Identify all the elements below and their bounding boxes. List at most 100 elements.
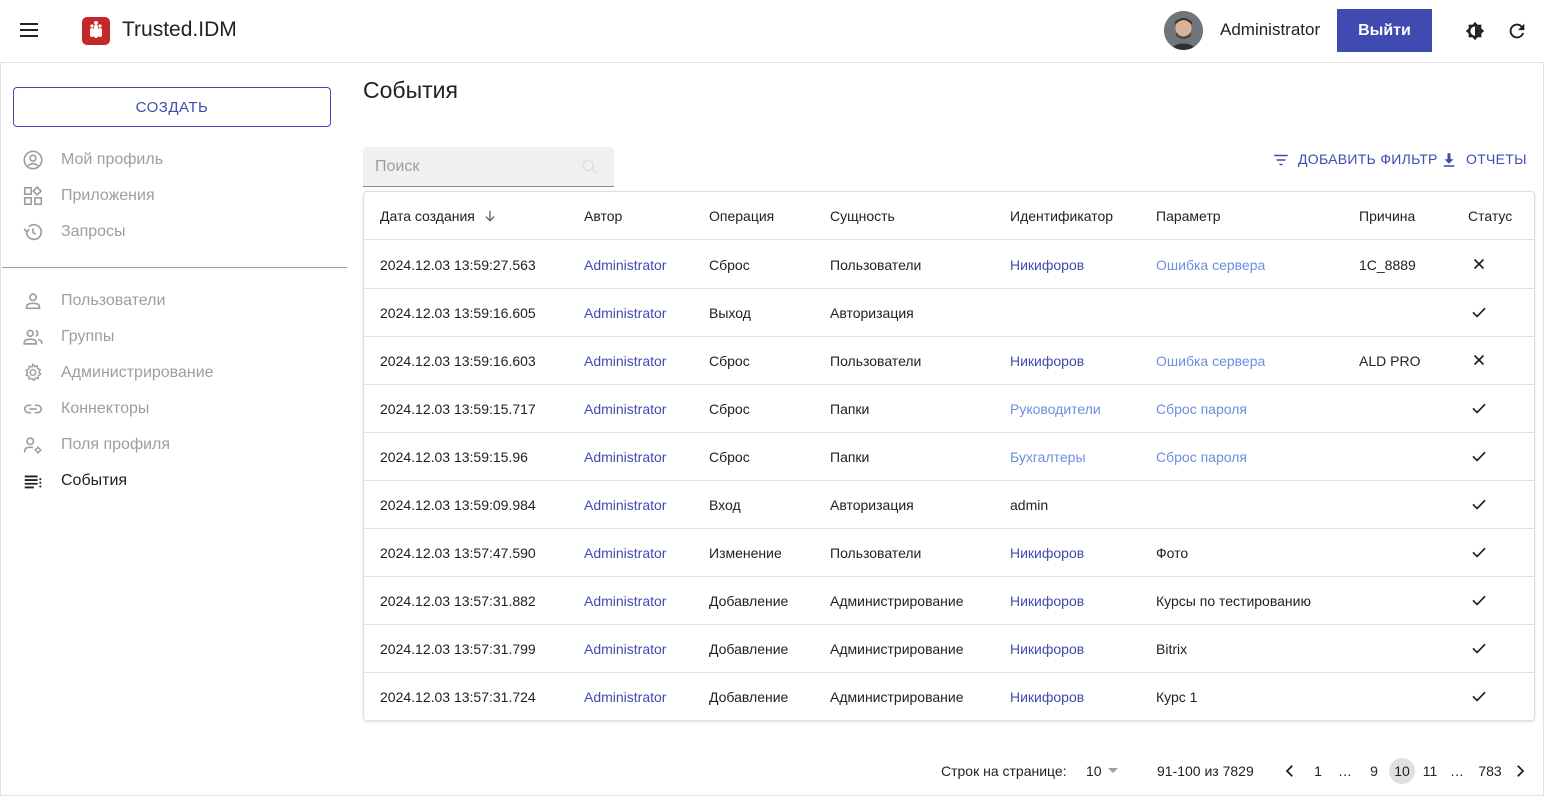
column-header-status[interactable]: Статус xyxy=(1468,208,1512,224)
table-row[interactable]: 2024.12.03 13:57:31.724 Administrator Доба… xyxy=(364,673,1534,721)
refresh-icon[interactable] xyxy=(1506,20,1528,42)
cell-identifier[interactable]: Никифоров xyxy=(1010,353,1084,369)
column-header-entity[interactable]: Сущность xyxy=(830,208,895,224)
link-icon xyxy=(23,404,43,414)
cell-identifier[interactable]: Никифоров xyxy=(1010,689,1084,705)
cell-entity: Папки xyxy=(830,401,870,417)
page-current[interactable]: 10 xyxy=(1389,758,1415,784)
cell-entity: Администрирование xyxy=(830,641,964,657)
check-icon xyxy=(1472,307,1486,318)
app-header: Trusted.IDM Administrator Выйти xyxy=(0,0,1544,63)
username[interactable]: Administrator xyxy=(1220,20,1320,40)
table-row[interactable]: 2024.12.03 13:59:15.717 Administrator Сбро… xyxy=(364,385,1534,433)
page-number[interactable]: 783 xyxy=(1475,758,1505,784)
sidebar-item-label: Мой профиль xyxy=(61,151,164,168)
search-field[interactable] xyxy=(363,147,614,187)
cell-reason: 1C_8889 xyxy=(1359,257,1416,273)
cell-parameter[interactable]: Сброс пароля xyxy=(1156,449,1247,465)
cell-entity: Авторизация xyxy=(830,305,914,321)
chevron-right-icon[interactable] xyxy=(1511,762,1529,780)
table-row[interactable]: 2024.12.03 13:59:27.563 Administrator Сбро… xyxy=(364,241,1534,289)
group-icon xyxy=(23,329,43,345)
column-header-identifier[interactable]: Идентификатор xyxy=(1010,208,1113,224)
cell-parameter[interactable]: Ошибка сервера xyxy=(1156,257,1265,273)
cell-author[interactable]: Administrator xyxy=(584,353,666,369)
cell-parameter[interactable]: Сброс пароля xyxy=(1156,401,1247,417)
sidebar-item-label: Группы xyxy=(61,328,115,345)
cell-identifier[interactable]: Бухгалтеры xyxy=(1010,449,1086,465)
table-row[interactable]: 2024.12.03 13:59:16.603 Administrator Сбро… xyxy=(364,337,1534,385)
cell-date: 2024.12.03 13:59:16.603 xyxy=(380,353,536,369)
sidebar-item-apps[interactable]: Приложения xyxy=(0,181,346,211)
cell-author[interactable]: Administrator xyxy=(584,689,666,705)
page-range: 91-100 из 7829 xyxy=(1157,763,1254,779)
sidebar-item-my-profile[interactable]: Мой профиль xyxy=(0,145,346,175)
table-row[interactable]: 2024.12.03 13:59:09.984 Administrator Вход… xyxy=(364,481,1534,529)
cell-identifier: admin xyxy=(1010,497,1049,513)
table-row[interactable]: 2024.12.03 13:57:31.799 Administrator Доба… xyxy=(364,625,1534,673)
cell-operation: Сброс xyxy=(709,353,750,369)
cell-reason: ALD PRO xyxy=(1359,353,1421,369)
column-header-author[interactable]: Автор xyxy=(584,208,622,224)
avatar[interactable] xyxy=(1164,11,1203,50)
cell-author[interactable]: Administrator xyxy=(584,641,666,657)
cell-operation: Изменение xyxy=(709,545,782,561)
search-input[interactable] xyxy=(363,147,614,186)
cell-date: 2024.12.03 13:59:16.605 xyxy=(380,305,536,321)
page-number[interactable]: 11 xyxy=(1417,758,1443,784)
column-header-parameter[interactable]: Параметр xyxy=(1156,208,1221,224)
brightness-icon[interactable] xyxy=(1464,20,1486,42)
column-header-operation[interactable]: Операция xyxy=(709,208,774,224)
column-header-reason[interactable]: Причина xyxy=(1359,208,1415,224)
page-number[interactable]: 1 xyxy=(1305,758,1331,784)
logout-button[interactable]: Выйти xyxy=(1337,9,1432,52)
sidebar-item-requests[interactable]: Запросы xyxy=(0,217,346,247)
table-row[interactable]: 2024.12.03 13:57:47.590 Administrator Изме… xyxy=(364,529,1534,577)
cell-parameter: Bitrix xyxy=(1156,641,1188,657)
cell-entity: Пользователи xyxy=(830,257,922,273)
cell-author[interactable]: Administrator xyxy=(584,593,666,609)
sidebar-item-users[interactable]: Пользователи xyxy=(0,286,346,316)
cell-parameter[interactable]: Ошибка сервера xyxy=(1156,353,1265,369)
cell-date: 2024.12.03 13:59:15.96 xyxy=(380,449,528,465)
sidebar-item-groups[interactable]: Группы xyxy=(0,322,346,352)
close-icon xyxy=(1473,354,1485,366)
cell-author[interactable]: Administrator xyxy=(584,449,666,465)
arrow-down-icon[interactable] xyxy=(483,209,497,223)
sidebar-item-connectors[interactable]: Коннекторы xyxy=(0,394,346,424)
cell-date: 2024.12.03 13:57:31.724 xyxy=(380,689,536,705)
table-row[interactable]: 2024.12.03 13:59:16.605 Administrator Выхо… xyxy=(364,289,1534,337)
cell-author[interactable]: Administrator xyxy=(584,401,666,417)
cell-author[interactable]: Administrator xyxy=(584,305,666,321)
sidebar-item-events[interactable]: События xyxy=(0,466,346,496)
cell-identifier[interactable]: Никифоров xyxy=(1010,545,1084,561)
sidebar-item-profile-fields[interactable]: Поля профиля xyxy=(0,430,346,460)
logo-icon xyxy=(82,17,110,45)
column-header-date[interactable]: Дата создания xyxy=(380,208,475,224)
menu-icon[interactable] xyxy=(19,23,39,39)
cell-identifier[interactable]: Никифоров xyxy=(1010,593,1084,609)
table-row[interactable]: 2024.12.03 13:57:31.882 Administrator Доба… xyxy=(364,577,1534,625)
add-filter-label: ДОБАВИТЬ ФИЛЬТР xyxy=(1298,151,1438,167)
cell-author[interactable]: Administrator xyxy=(584,497,666,513)
reports-label: ОТЧЕТЫ xyxy=(1466,151,1527,167)
cell-date: 2024.12.03 13:57:31.882 xyxy=(380,593,536,609)
download-icon xyxy=(1443,153,1455,167)
cell-author[interactable]: Administrator xyxy=(584,545,666,561)
table-row[interactable]: 2024.12.03 13:59:15.96 Administrator Сброс… xyxy=(364,433,1534,481)
rows-per-page-select[interactable]: 10 xyxy=(1086,758,1122,784)
search-icon[interactable] xyxy=(580,157,600,177)
cell-author[interactable]: Administrator xyxy=(584,257,666,273)
list-icon xyxy=(24,475,42,489)
page-title: События xyxy=(363,77,458,103)
cell-identifier[interactable]: Никифоров xyxy=(1010,641,1084,657)
sidebar-item-administration[interactable]: Администрирование xyxy=(0,358,346,388)
page-number[interactable]: 9 xyxy=(1361,758,1387,784)
rows-per-page-label: Строк на странице: xyxy=(941,763,1067,779)
create-button[interactable]: СОЗДАТЬ xyxy=(13,87,331,127)
sidebar-divider xyxy=(2,267,347,268)
chevron-left-icon[interactable] xyxy=(1281,762,1299,780)
cell-identifier[interactable]: Никифоров xyxy=(1010,257,1084,273)
cell-identifier[interactable]: Руководители xyxy=(1010,401,1101,417)
cell-date: 2024.12.03 13:57:47.590 xyxy=(380,545,536,561)
